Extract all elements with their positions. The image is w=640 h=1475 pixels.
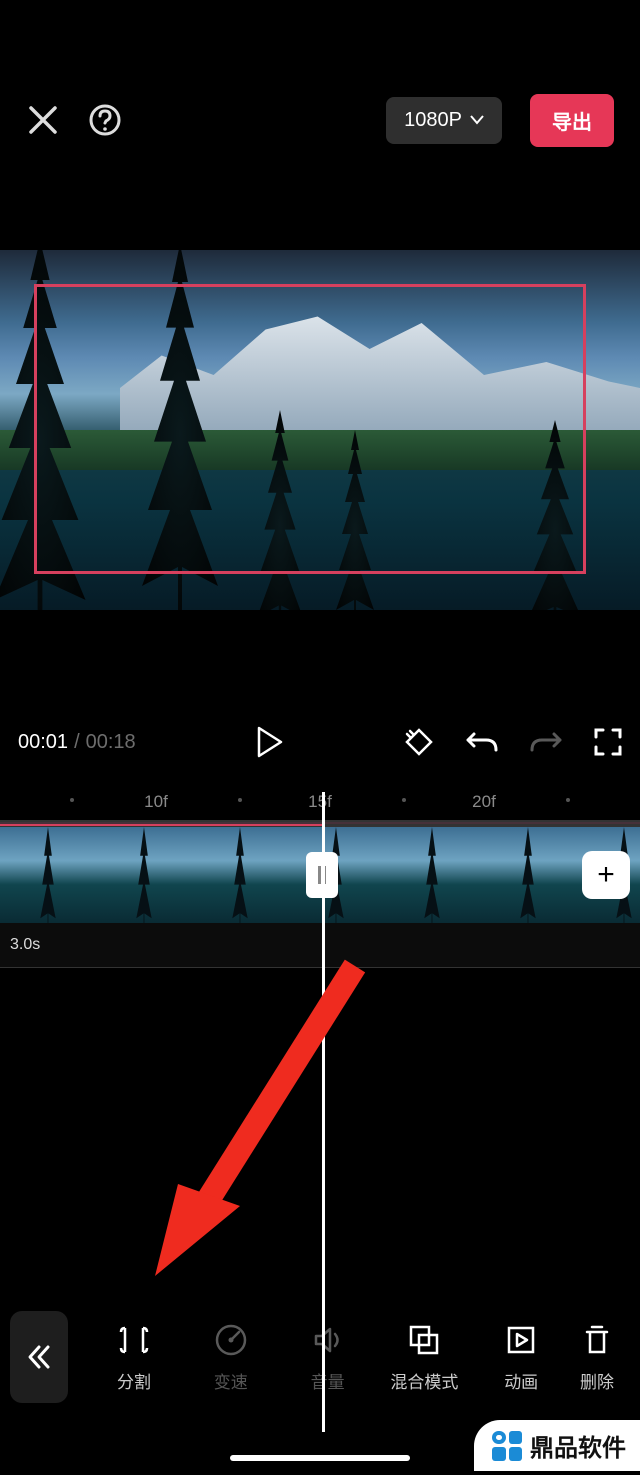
video-track[interactable]: + bbox=[0, 826, 640, 922]
help-icon bbox=[88, 103, 122, 137]
watermark-text: 鼎品软件 bbox=[530, 1428, 626, 1463]
total-time: 00:18 bbox=[86, 731, 136, 754]
timeline[interactable]: 10f 15f 20f + 3.0s bbox=[0, 792, 640, 968]
resolution-label: 1080P bbox=[404, 109, 462, 132]
toolbar-blend[interactable]: 混合模式 bbox=[378, 1322, 470, 1393]
home-indicator bbox=[230, 1455, 410, 1461]
chevron-left-double-icon bbox=[25, 1343, 53, 1371]
play-button[interactable] bbox=[256, 726, 284, 758]
overlay-duration: 3.0s bbox=[10, 936, 40, 954]
redo-button[interactable] bbox=[530, 728, 562, 756]
ruler-tick: 10f bbox=[144, 792, 168, 812]
clip-thumbnail[interactable] bbox=[384, 827, 480, 923]
ruler-tick: 20f bbox=[472, 792, 496, 812]
tracks-container: + 3.0s bbox=[0, 820, 640, 968]
toolbar-delete[interactable]: 删除 bbox=[572, 1322, 622, 1393]
overlay-track[interactable]: 3.0s bbox=[0, 922, 640, 968]
keyframe-icon bbox=[404, 727, 434, 757]
toolbar-volume[interactable]: 音量 bbox=[282, 1322, 374, 1393]
toolbar-animation-label: 动画 bbox=[504, 1368, 538, 1393]
undo-button[interactable] bbox=[466, 728, 498, 756]
close-button[interactable] bbox=[26, 103, 60, 137]
toolbar-volume-label: 音量 bbox=[311, 1368, 345, 1393]
clip-thumbnail[interactable] bbox=[0, 827, 96, 923]
bottom-toolbar: 分割 变速 音量 混合模式 动画 删除 bbox=[0, 1299, 640, 1415]
clip-thumbnail[interactable] bbox=[96, 827, 192, 923]
keyframe-button[interactable] bbox=[404, 727, 434, 757]
toolbar-blend-label: 混合模式 bbox=[390, 1368, 458, 1393]
toolbar-animation[interactable]: 动画 bbox=[475, 1322, 567, 1393]
selection-frame[interactable] bbox=[34, 284, 586, 574]
add-clip-button[interactable]: + bbox=[582, 851, 630, 899]
top-left-group bbox=[26, 103, 358, 137]
close-icon bbox=[26, 103, 60, 137]
export-button[interactable]: 导出 bbox=[530, 94, 614, 147]
clip-thumbnail[interactable] bbox=[192, 827, 288, 923]
ruler-tick: 15f bbox=[308, 792, 332, 812]
annotation-arrow bbox=[140, 936, 400, 1296]
clip-thumbnail[interactable] bbox=[480, 827, 576, 923]
split-icon bbox=[116, 1322, 152, 1358]
toolbar-split[interactable]: 分割 bbox=[88, 1322, 180, 1393]
volume-icon bbox=[310, 1322, 346, 1358]
toolbar-back-button[interactable] bbox=[10, 1311, 68, 1403]
fullscreen-icon bbox=[594, 728, 622, 756]
fullscreen-button[interactable] bbox=[594, 728, 622, 756]
time-display: 00:01 / 00:18 bbox=[18, 731, 136, 754]
play-icon bbox=[256, 726, 284, 758]
undo-icon bbox=[466, 728, 498, 756]
toolbar-speed[interactable]: 变速 bbox=[185, 1322, 277, 1393]
playback-controls: 00:01 / 00:18 bbox=[0, 718, 640, 766]
watermark-icon bbox=[492, 1431, 522, 1461]
video-preview[interactable] bbox=[0, 250, 640, 610]
delete-icon bbox=[579, 1322, 615, 1358]
toolbar-split-label: 分割 bbox=[117, 1368, 151, 1393]
toolbar-delete-label: 删除 bbox=[580, 1368, 614, 1393]
chevron-down-icon bbox=[470, 115, 484, 125]
resolution-selector[interactable]: 1080P bbox=[386, 97, 502, 144]
playhead[interactable] bbox=[322, 792, 325, 1432]
current-time: 00:01 bbox=[18, 731, 68, 754]
time-separator: / bbox=[74, 731, 80, 754]
top-bar: 1080P 导出 bbox=[0, 90, 640, 150]
animation-icon bbox=[503, 1322, 539, 1358]
speed-icon bbox=[213, 1322, 249, 1358]
toolbar-speed-label: 变速 bbox=[214, 1368, 248, 1393]
redo-icon bbox=[530, 728, 562, 756]
help-button[interactable] bbox=[88, 103, 122, 137]
plus-icon: + bbox=[597, 858, 615, 892]
watermark: 鼎品软件 bbox=[474, 1420, 640, 1471]
blend-icon bbox=[406, 1322, 442, 1358]
export-label: 导出 bbox=[552, 112, 592, 134]
time-ruler[interactable]: 10f 15f 20f bbox=[0, 792, 640, 820]
